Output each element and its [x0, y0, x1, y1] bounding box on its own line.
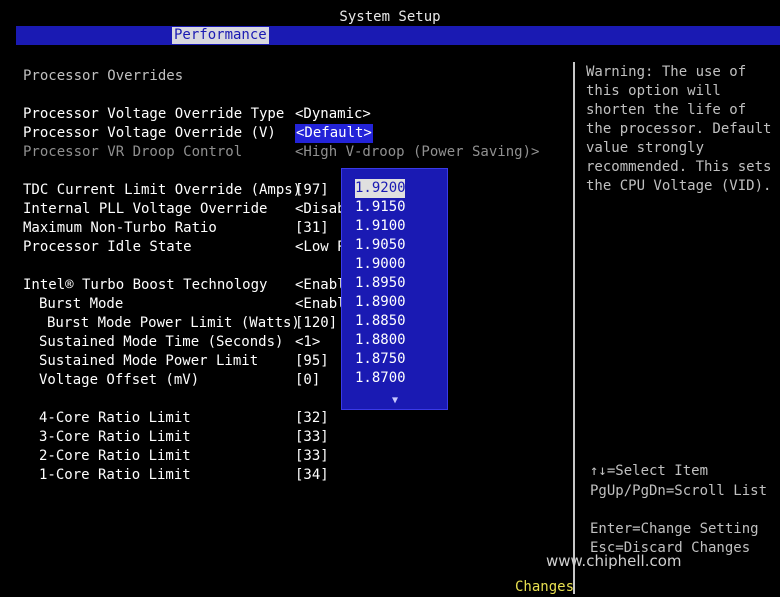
setting-label: Internal PLL Voltage Override [23, 201, 268, 217]
setting-label: Burst Mode Power Limit (Watts) [47, 315, 300, 331]
footer-changes: Changes [515, 579, 575, 595]
watermark: www.chiphell.com [546, 552, 682, 570]
popup-option[interactable]: 1.8800 [355, 331, 406, 350]
help-text-line: the processor. Default [586, 121, 772, 137]
key-help-scroll: PgUp/PgDn=Scroll List [590, 483, 768, 499]
core2-ratio-value[interactable]: [33] [295, 447, 329, 466]
popup-option[interactable]: 1.8900 [355, 293, 406, 312]
sustained-power-value[interactable]: [95] [295, 352, 329, 371]
core4-ratio-value[interactable]: [32] [295, 409, 329, 428]
setting-label: Maximum Non-Turbo Ratio [23, 220, 217, 236]
key-help-select: ↑↓=Select Item [590, 463, 709, 479]
setting-label: Processor Voltage Override Type [23, 106, 285, 122]
core3-ratio-value[interactable]: [33] [295, 428, 329, 447]
help-text-line: shorten the life of [586, 102, 747, 118]
pll-override-value[interactable]: <Disab [295, 200, 346, 219]
popup-option[interactable]: 1.9100 [355, 217, 406, 236]
setting-label: 1-Core Ratio Limit [39, 467, 191, 483]
vr-droop-value: <High V-droop (Power Saving)> [295, 144, 540, 160]
help-text-line: value strongly [586, 140, 705, 156]
down-arrow-icon[interactable]: ▼ [392, 391, 398, 410]
tab-bar: Performance [16, 26, 780, 45]
turbo-boost-value[interactable]: <Enabl [295, 276, 346, 295]
section-title: Processor Overrides [23, 68, 184, 84]
setting-label: Processor VR Droop Control [23, 144, 243, 160]
popup-option[interactable]: 1.9050 [355, 236, 406, 255]
help-text-line: the CPU Voltage (VID). [586, 178, 772, 194]
popup-option[interactable]: 1.8700 [355, 369, 406, 388]
voltage-override-value[interactable]: <Default> [295, 124, 373, 143]
setting-label: Processor Voltage Override (V) [23, 125, 276, 141]
popup-option[interactable]: 1.8850 [355, 312, 406, 331]
setting-label: Sustained Mode Time (Seconds) [39, 334, 284, 350]
setting-label: Intel® Turbo Boost Technology [23, 277, 268, 293]
setting-label: Processor Idle State [23, 239, 192, 255]
burst-mode-value[interactable]: <Enabl [295, 295, 346, 314]
setting-label: Voltage Offset (mV) [39, 372, 200, 388]
burst-power-limit-value[interactable]: [120] [295, 314, 337, 333]
tab-performance[interactable]: Performance [172, 27, 269, 44]
setting-label: 4-Core Ratio Limit [39, 410, 191, 426]
setting-label: Burst Mode [39, 296, 124, 312]
help-text-line: recommended. This sets [586, 159, 772, 175]
non-turbo-ratio-value[interactable]: [31] [295, 219, 329, 238]
tdc-limit-value[interactable]: [97] [295, 181, 329, 200]
popup-option[interactable]: 1.9150 [355, 198, 406, 217]
window-title: System Setup [339, 9, 441, 25]
core1-ratio-value[interactable]: [34] [295, 466, 329, 485]
setting-label: TDC Current Limit Override (Amps) [23, 182, 302, 198]
setting-label: 3-Core Ratio Limit [39, 429, 191, 445]
popup-option[interactable]: 1.8750 [355, 350, 406, 369]
popup-option[interactable]: 1.9000 [355, 255, 406, 274]
help-text-line: this option will [586, 83, 721, 99]
setting-label: 2-Core Ratio Limit [39, 448, 191, 464]
voltage-options-popup[interactable]: 1.9200 1.9150 1.9100 1.9050 1.9000 1.895… [341, 168, 448, 410]
help-text-line: Warning: The use of [586, 64, 747, 80]
popup-option[interactable]: 1.8950 [355, 274, 406, 293]
voltage-override-type-value[interactable]: <Dynamic> [295, 105, 371, 124]
sustained-time-value[interactable]: <1> [295, 333, 320, 352]
voltage-offset-value[interactable]: [0] [295, 371, 320, 390]
panel-divider [573, 62, 575, 594]
popup-option[interactable]: 1.9200 [355, 179, 406, 198]
key-help-change: Enter=Change Setting [590, 521, 759, 537]
idle-state-value[interactable]: <Low P [295, 238, 346, 257]
setting-label: Sustained Mode Power Limit [39, 353, 259, 369]
